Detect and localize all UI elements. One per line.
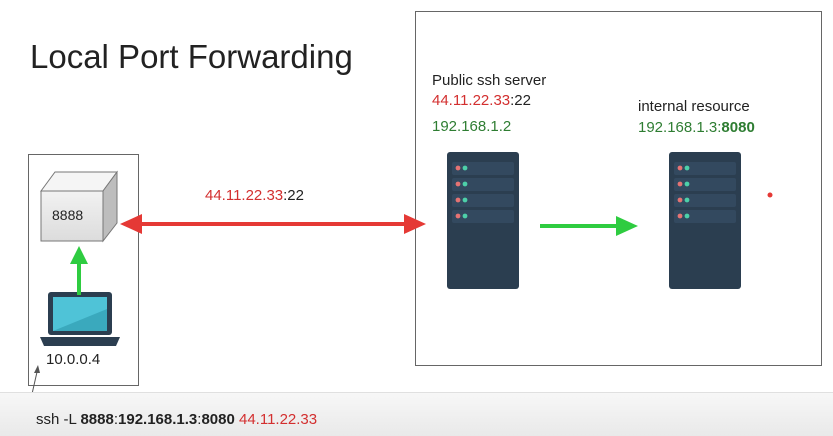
ssh-server-public-port: :22	[510, 92, 531, 109]
ssh-tunnel-arrow	[120, 214, 426, 234]
red-dot-marker	[767, 192, 773, 198]
ssh-command: ssh -L 8888:192.168.1.3:8080 44.11.22.33	[36, 411, 317, 428]
internal-server-icon	[669, 152, 741, 289]
cmd-target-host: 192.168.1.3	[118, 411, 198, 428]
cmd-local-port: 8888	[80, 411, 114, 428]
internal-resource-name: internal resource	[638, 98, 750, 115]
tunnel-port: :22	[283, 187, 304, 204]
port-cube-label: 8888	[52, 207, 84, 223]
ssh-server-public-address: 44.11.22.33:22	[432, 92, 531, 109]
ssh-server-name: Public ssh server	[432, 72, 547, 89]
ssh-server-icon	[447, 152, 519, 289]
tunnel-label: 44.11.22.33:22	[205, 187, 304, 204]
cmd-target-port: 8080	[201, 411, 235, 428]
internal-host: 192.168.1.3	[638, 119, 718, 136]
diagram-graphics	[26, 152, 773, 417]
client-ip-label: 10.0.0.4	[46, 351, 101, 368]
cmd-prefix: ssh -L	[36, 411, 81, 428]
laptop-icon	[40, 292, 120, 346]
internal-port: 8080	[721, 119, 755, 136]
internal-resource-address: 192.168.1.3:8080	[638, 119, 755, 136]
ssh-server-public-host: 44.11.22.33	[432, 92, 511, 109]
green-arrow-right	[540, 216, 638, 236]
green-arrow-up	[70, 246, 88, 295]
tunnel-host: 44.11.22.33	[205, 187, 284, 204]
cmd-server: 44.11.22.33	[238, 411, 318, 428]
ssh-server-private-ip: 192.168.1.2	[432, 118, 512, 135]
